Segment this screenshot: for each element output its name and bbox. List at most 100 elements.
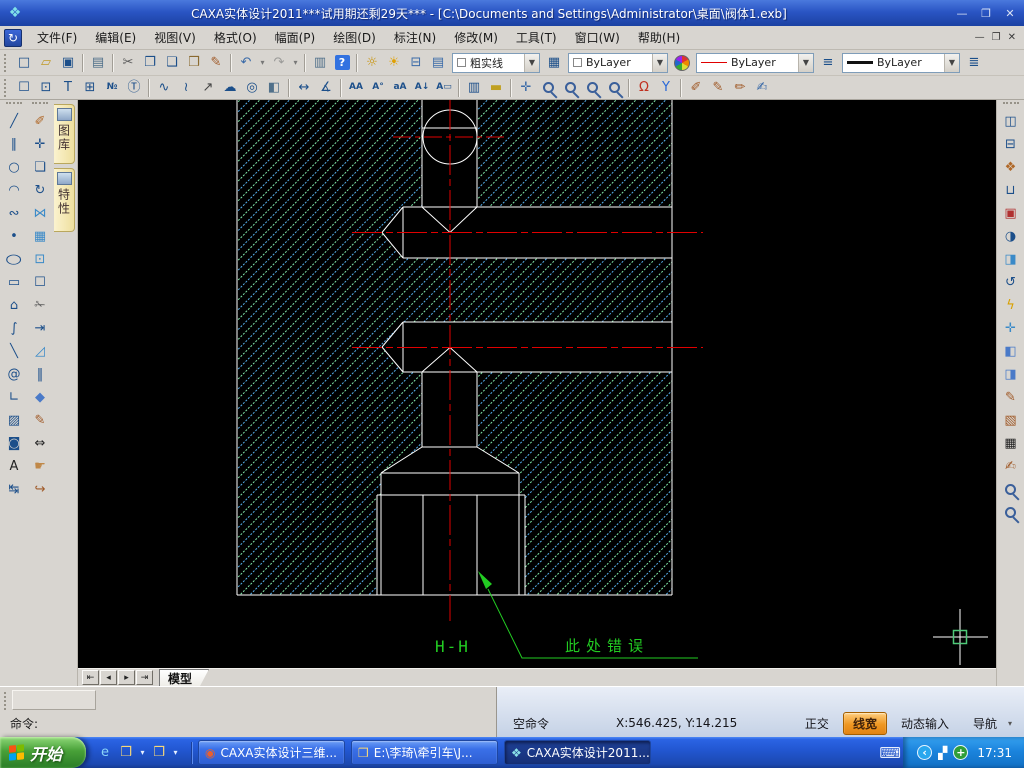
task-explorer-folder[interactable]: ❒ E:\李琦\牵引车\J... xyxy=(351,740,499,765)
panel-right-button[interactable]: ◨ xyxy=(999,363,1023,386)
bom-table-button[interactable]: ▦ xyxy=(999,432,1023,455)
formula-curve-tool[interactable]: @ xyxy=(2,363,26,386)
display-config-button[interactable]: ▥ xyxy=(463,77,485,98)
undo-dropdown[interactable]: ▾ xyxy=(257,52,268,73)
menu-tools[interactable]: 工具(T) xyxy=(507,26,566,49)
menu-view[interactable]: 视图(V) xyxy=(145,26,205,49)
dim-linear-button[interactable]: ↔ xyxy=(293,77,315,98)
model-sheet-tab[interactable]: 模型 xyxy=(159,669,209,686)
layer-lock-button[interactable]: ⊟ xyxy=(405,52,427,73)
arc-tool[interactable]: ◠ xyxy=(2,179,26,202)
text-brush-button[interactable]: ✎ xyxy=(707,77,729,98)
mdi-minimize-button[interactable]: — xyxy=(975,32,985,43)
break-tool[interactable]: ‖ xyxy=(28,363,52,386)
lineweight-settings-button[interactable]: ≣ xyxy=(963,52,985,73)
split-view-button[interactable]: ◨ xyxy=(999,248,1023,271)
quicklaunch-dropdown-1[interactable]: ▾ xyxy=(138,743,147,763)
menu-paper[interactable]: 幅面(P) xyxy=(266,26,325,49)
task-caxa-3d[interactable]: ◉ CAXA实体设计三维... xyxy=(198,740,346,765)
print-button[interactable]: ▤ xyxy=(87,52,109,73)
zoom-previous-button[interactable] xyxy=(603,77,625,98)
trim-tool[interactable]: ✁ xyxy=(28,294,52,317)
navigation-toggle[interactable]: 导航 xyxy=(963,712,1007,735)
command-panel[interactable]: 命令: xyxy=(0,687,497,737)
snap-guide-button[interactable]: Y xyxy=(655,77,677,98)
quick-render-button[interactable]: ϟ xyxy=(999,294,1023,317)
menu-file[interactable]: 文件(F) xyxy=(28,26,86,49)
menu-modify[interactable]: 修改(M) xyxy=(445,26,507,49)
char-map-button[interactable]: aA xyxy=(389,77,411,98)
copy-tool[interactable]: ❏ xyxy=(28,156,52,179)
zoom-display-button[interactable]: ⊡ xyxy=(35,77,57,98)
linestyle-combo[interactable]: 粗实线 ▼ xyxy=(452,52,540,73)
snap-magnet-button[interactable]: Ω xyxy=(633,77,655,98)
pan-button[interactable]: ✛ xyxy=(515,77,537,98)
help-button[interactable]: ? xyxy=(331,52,353,73)
offset-line-tool[interactable]: ╲ xyxy=(2,340,26,363)
redo-dropdown[interactable]: ▾ xyxy=(290,52,301,73)
menu-format[interactable]: 格式(O) xyxy=(205,26,266,49)
wave-line-button[interactable]: ∿ xyxy=(153,77,175,98)
sequence-number-button[interactable]: № xyxy=(101,77,123,98)
update-icon[interactable]: + xyxy=(953,745,969,760)
mirror-tool[interactable]: ⋈ xyxy=(28,202,52,225)
layer-visibility-button[interactable]: ☼ xyxy=(361,52,383,73)
close-button[interactable]: ✕ xyxy=(1002,7,1018,20)
linetype-combo-arrow[interactable]: ▼ xyxy=(798,53,813,72)
toolbox-handle[interactable] xyxy=(32,102,48,108)
copy-button[interactable]: ❐ xyxy=(139,52,161,73)
linestyle-combo-arrow[interactable]: ▼ xyxy=(524,53,539,72)
linetype-combo[interactable]: ByLayer ▼ xyxy=(696,52,814,73)
ie-quicklaunch[interactable]: e xyxy=(96,743,114,763)
sketch-note-button[interactable]: ✎ xyxy=(999,386,1023,409)
prev-sheet-button[interactable]: ◂ xyxy=(100,670,117,685)
color-wheel-button[interactable] xyxy=(671,52,693,73)
viewport-text-button[interactable]: T xyxy=(57,77,79,98)
toolbox-handle[interactable] xyxy=(1002,102,1019,108)
insert-table-button[interactable]: ⊞ xyxy=(79,77,101,98)
region-fill-tool[interactable]: ◙ xyxy=(2,432,26,455)
navigation-dropdown-arrow[interactable]: ▾ xyxy=(1008,719,1012,728)
spline-tool[interactable]: ∾ xyxy=(2,202,26,225)
text-ruler-button[interactable]: A▭ xyxy=(433,77,455,98)
menu-help[interactable]: 帮助(H) xyxy=(629,26,689,49)
ortho-toggle[interactable]: 正交 xyxy=(795,712,839,735)
panel-left-button[interactable]: ◧ xyxy=(999,340,1023,363)
last-sheet-button[interactable]: ⇥ xyxy=(136,670,153,685)
layer-brightness-button[interactable]: ☀ xyxy=(383,52,405,73)
text-find-button[interactable]: AA xyxy=(345,77,367,98)
minimize-button[interactable]: — xyxy=(954,7,970,20)
text-block-button[interactable]: Ⓣ xyxy=(123,77,145,98)
scale-tool[interactable]: ⊡ xyxy=(28,248,52,271)
tile-view-button[interactable]: ⊟ xyxy=(999,133,1023,156)
layer-combo[interactable]: ByLayer ▼ xyxy=(568,52,668,73)
rotate-view-button[interactable]: ↺ xyxy=(999,271,1023,294)
zoom-assembly-button[interactable] xyxy=(999,501,1023,524)
lineweight-toggle[interactable]: 线宽 xyxy=(842,711,887,735)
menu-dimension[interactable]: 标注(N) xyxy=(385,26,445,49)
folder-quicklaunch-1[interactable]: ❒ xyxy=(117,743,135,763)
menu-window[interactable]: 窗口(W) xyxy=(566,26,629,49)
toolbar-handle[interactable] xyxy=(4,78,9,97)
text-angle-button[interactable]: A° xyxy=(367,77,389,98)
paste-button[interactable]: ❒ xyxy=(183,52,205,73)
restore-button[interactable]: ❐ xyxy=(978,7,994,20)
zoom-all-button[interactable] xyxy=(581,77,603,98)
erase-tool[interactable]: ✐ xyxy=(28,110,52,133)
panel-handle[interactable] xyxy=(4,692,6,710)
toolbox-handle[interactable] xyxy=(6,102,22,108)
toolbar-handle[interactable] xyxy=(4,53,9,72)
bezier-tool[interactable]: ∫ xyxy=(2,317,26,340)
dimension-tool[interactable]: ↹ xyxy=(2,478,26,501)
view-3d-tool[interactable]: ◆ xyxy=(28,386,52,409)
section-view-button[interactable]: ◑ xyxy=(999,225,1023,248)
zoom-in-button[interactable] xyxy=(537,77,559,98)
clock[interactable]: 17:31 xyxy=(977,746,1012,760)
leader-arrow-button[interactable]: ↗ xyxy=(197,77,219,98)
redo-button[interactable]: ↷ xyxy=(268,52,290,73)
dim-coordinate-button[interactable]: ∡ xyxy=(315,77,337,98)
polygon-tool[interactable]: ⌂ xyxy=(2,294,26,317)
menu-edit[interactable]: 编辑(E) xyxy=(86,26,145,49)
mdi-close-button[interactable]: ✕ xyxy=(1008,32,1016,43)
layer-combo-arrow[interactable]: ▼ xyxy=(652,53,667,72)
